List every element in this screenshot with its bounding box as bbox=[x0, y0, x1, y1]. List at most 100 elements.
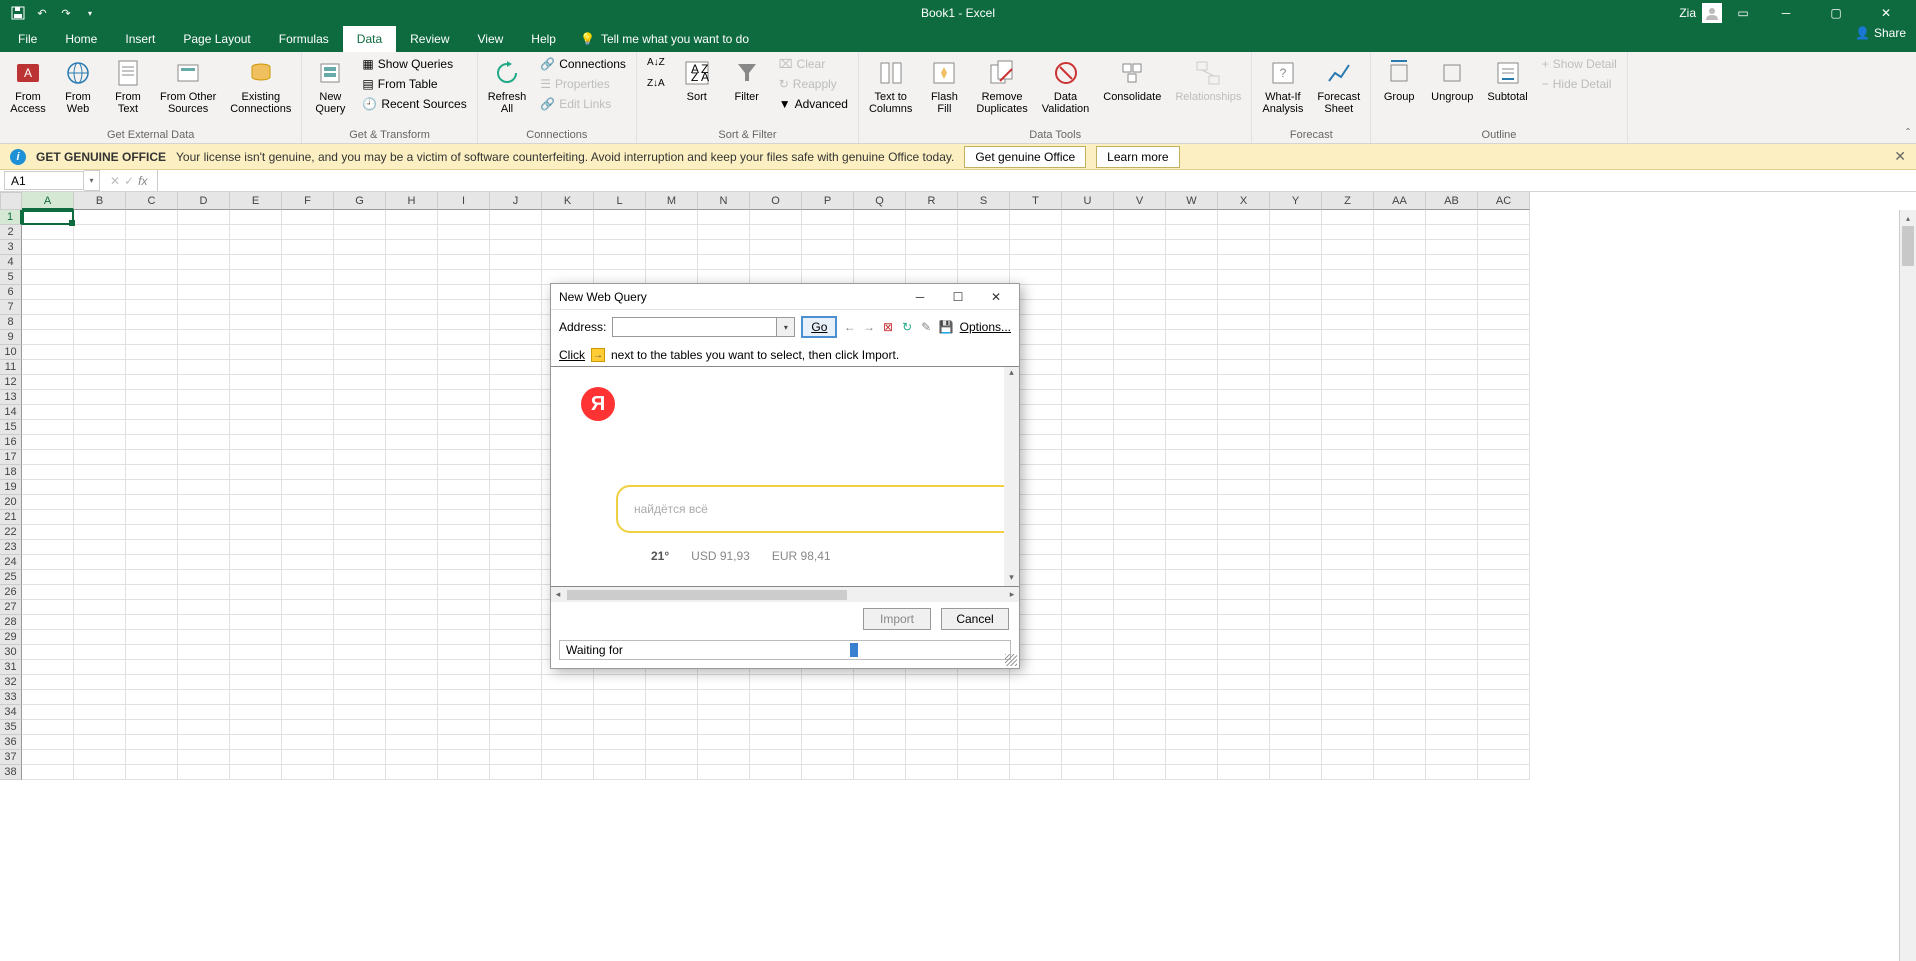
cell[interactable] bbox=[1426, 720, 1478, 735]
cell[interactable] bbox=[1426, 420, 1478, 435]
text-to-columns-button[interactable]: Text to Columns bbox=[865, 55, 916, 117]
cell[interactable] bbox=[1478, 585, 1530, 600]
cell[interactable] bbox=[802, 690, 854, 705]
cell[interactable] bbox=[1322, 390, 1374, 405]
cell[interactable] bbox=[230, 405, 282, 420]
cell[interactable] bbox=[1166, 765, 1218, 780]
row-header[interactable]: 6 bbox=[0, 285, 22, 300]
cell[interactable] bbox=[1166, 570, 1218, 585]
temperature[interactable]: 21° bbox=[651, 549, 669, 563]
cell[interactable] bbox=[74, 270, 126, 285]
cell[interactable] bbox=[1478, 690, 1530, 705]
cell[interactable] bbox=[282, 285, 334, 300]
cell[interactable] bbox=[386, 315, 438, 330]
cell[interactable] bbox=[74, 585, 126, 600]
cell[interactable] bbox=[1270, 480, 1322, 495]
cell[interactable] bbox=[958, 240, 1010, 255]
cell[interactable] bbox=[1374, 405, 1426, 420]
cell[interactable] bbox=[1270, 675, 1322, 690]
cell[interactable] bbox=[1218, 585, 1270, 600]
cell[interactable] bbox=[646, 705, 698, 720]
cell[interactable] bbox=[282, 555, 334, 570]
browser-hscroll[interactable]: ◂ ▸ bbox=[551, 587, 1019, 602]
redo-icon[interactable]: ↷ bbox=[58, 5, 74, 21]
cell[interactable] bbox=[490, 225, 542, 240]
cell[interactable] bbox=[1478, 375, 1530, 390]
cell[interactable] bbox=[230, 375, 282, 390]
cell[interactable] bbox=[490, 465, 542, 480]
cell[interactable] bbox=[698, 750, 750, 765]
cell[interactable] bbox=[490, 210, 542, 225]
cell[interactable] bbox=[438, 345, 490, 360]
cell[interactable] bbox=[1166, 660, 1218, 675]
cell[interactable] bbox=[1374, 540, 1426, 555]
cell[interactable] bbox=[1426, 645, 1478, 660]
cell[interactable] bbox=[334, 285, 386, 300]
collapse-ribbon-icon[interactable]: ˆ bbox=[1906, 126, 1910, 140]
cell[interactable] bbox=[958, 690, 1010, 705]
cell[interactable] bbox=[802, 210, 854, 225]
cell[interactable] bbox=[74, 225, 126, 240]
cell[interactable] bbox=[1114, 480, 1166, 495]
cell[interactable] bbox=[334, 360, 386, 375]
cell[interactable] bbox=[1166, 540, 1218, 555]
cell[interactable] bbox=[282, 315, 334, 330]
cell[interactable] bbox=[1062, 495, 1114, 510]
cell[interactable] bbox=[22, 420, 74, 435]
cell[interactable] bbox=[230, 675, 282, 690]
cell[interactable] bbox=[334, 735, 386, 750]
cell[interactable] bbox=[1374, 465, 1426, 480]
cell[interactable] bbox=[22, 570, 74, 585]
show-queries-button[interactable]: ▦Show Queries bbox=[358, 55, 470, 73]
cell[interactable] bbox=[178, 495, 230, 510]
cell[interactable] bbox=[1114, 765, 1166, 780]
cell[interactable] bbox=[126, 540, 178, 555]
cell[interactable] bbox=[1114, 495, 1166, 510]
cell[interactable] bbox=[126, 255, 178, 270]
cell[interactable] bbox=[1114, 285, 1166, 300]
cell[interactable] bbox=[282, 690, 334, 705]
cell[interactable] bbox=[230, 540, 282, 555]
cell[interactable] bbox=[1374, 600, 1426, 615]
cell[interactable] bbox=[178, 705, 230, 720]
cell[interactable] bbox=[490, 525, 542, 540]
column-header[interactable]: U bbox=[1062, 192, 1114, 210]
cell[interactable] bbox=[74, 570, 126, 585]
cell[interactable] bbox=[750, 765, 802, 780]
ribbon-display-icon[interactable]: ▭ bbox=[1728, 0, 1758, 26]
cell[interactable] bbox=[386, 645, 438, 660]
whatif-button[interactable]: ?What-If Analysis bbox=[1258, 55, 1307, 117]
cell[interactable] bbox=[1322, 210, 1374, 225]
cell[interactable] bbox=[1426, 390, 1478, 405]
cell[interactable] bbox=[126, 480, 178, 495]
cell[interactable] bbox=[334, 225, 386, 240]
cell[interactable] bbox=[178, 615, 230, 630]
cell[interactable] bbox=[178, 480, 230, 495]
cell[interactable] bbox=[854, 750, 906, 765]
cell[interactable] bbox=[1010, 225, 1062, 240]
cell[interactable] bbox=[1062, 660, 1114, 675]
cell[interactable] bbox=[282, 705, 334, 720]
cell[interactable] bbox=[386, 480, 438, 495]
cell[interactable] bbox=[1374, 450, 1426, 465]
cell[interactable] bbox=[74, 630, 126, 645]
cell[interactable] bbox=[1166, 360, 1218, 375]
cell[interactable] bbox=[1270, 765, 1322, 780]
cell[interactable] bbox=[282, 390, 334, 405]
cell[interactable] bbox=[490, 615, 542, 630]
cell[interactable] bbox=[1270, 750, 1322, 765]
cell[interactable] bbox=[490, 675, 542, 690]
cell[interactable] bbox=[282, 300, 334, 315]
formula-input[interactable] bbox=[157, 170, 1916, 191]
cell[interactable] bbox=[126, 450, 178, 465]
cell[interactable] bbox=[230, 615, 282, 630]
go-button[interactable]: Go bbox=[801, 316, 837, 338]
cancel-button[interactable]: Cancel bbox=[941, 608, 1009, 630]
cell[interactable] bbox=[1374, 585, 1426, 600]
cell[interactable] bbox=[1114, 705, 1166, 720]
cell[interactable] bbox=[438, 615, 490, 630]
cell[interactable] bbox=[1218, 735, 1270, 750]
cell[interactable] bbox=[386, 405, 438, 420]
cell[interactable] bbox=[1374, 255, 1426, 270]
cell[interactable] bbox=[74, 495, 126, 510]
